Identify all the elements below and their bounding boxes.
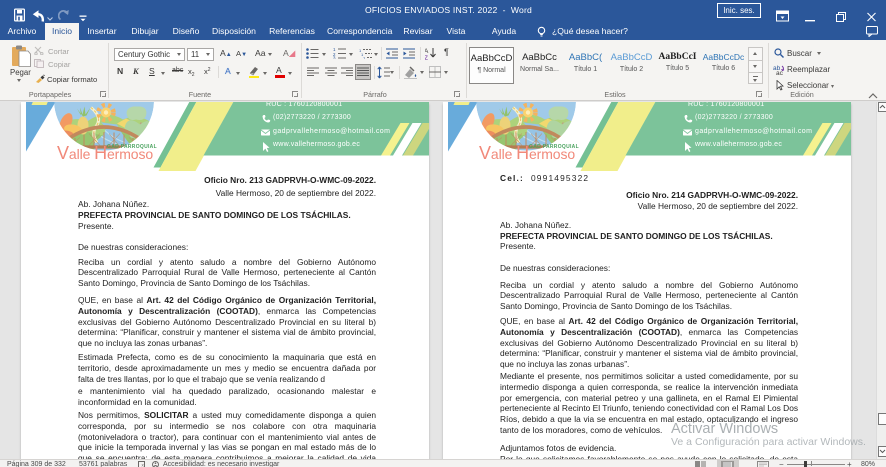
svg-text:1: 1 — [363, 56, 366, 60]
svg-text:3: 3 — [333, 56, 336, 60]
svg-text:A: A — [425, 48, 429, 55]
svg-text:Z: Z — [425, 55, 428, 60]
